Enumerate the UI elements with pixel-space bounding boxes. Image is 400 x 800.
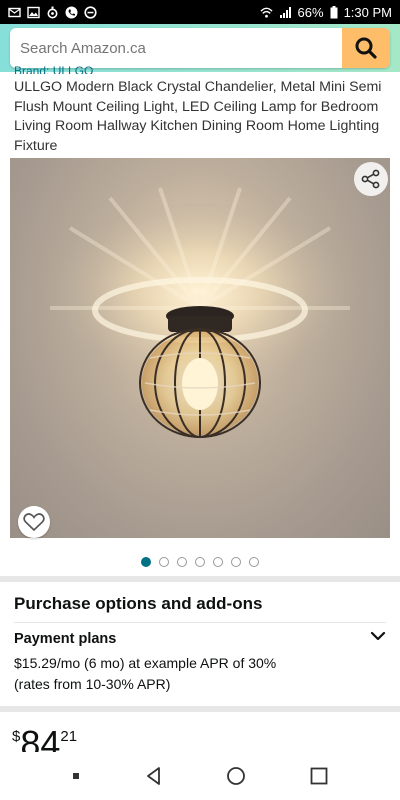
recents-icon[interactable] [308,765,330,787]
app-root: 66% 1:30 PM Brand: ULLGO ULLGO Modern Bl… [0,0,400,800]
wifi-icon [259,7,273,18]
clock: 1:30 PM [343,4,392,20]
payment-plan-detail: $15.29/mo (6 mo) at example APR of 30% [14,655,277,671]
location-icon [47,6,58,18]
carousel-dot[interactable] [213,557,223,567]
divider [14,622,386,623]
price-currency: $ [12,728,21,745]
carousel-dot[interactable] [231,557,241,567]
block-icon [84,5,97,19]
back-icon[interactable] [143,765,165,787]
carousel-dot[interactable] [159,557,169,567]
phone-call-icon [65,6,78,18]
image-carousel-indicator [0,557,400,567]
carousel-dot[interactable] [177,557,187,567]
system-status: 66% 1:30 PM [259,4,392,20]
signal-icon [279,6,291,18]
search-input[interactable] [10,28,342,68]
price-fraction: 21 [60,728,78,745]
purchase-options-heading: Purchase options and add-ons [14,594,263,613]
section-divider [0,706,400,712]
section-divider [0,576,400,582]
chandelier-illustration [25,187,375,438]
product-image[interactable] [10,158,390,538]
search-bar [10,28,390,68]
chevron-down-icon[interactable] [368,626,388,646]
gallery-icon [27,6,40,18]
payment-plans-heading[interactable]: Payment plans [14,631,116,647]
brand-link[interactable]: Brand: ULLGO [14,64,93,74]
status-bar: 66% 1:30 PM [0,0,400,24]
carousel-dot[interactable] [195,557,205,567]
heart-icon [23,513,45,532]
battery-percent: 66% [297,4,324,20]
share-button[interactable] [354,162,388,196]
carousel-dot[interactable] [249,557,259,567]
system-navigation-bar [0,752,400,800]
home-icon[interactable] [225,765,247,787]
wishlist-button[interactable] [18,506,50,538]
share-icon [361,169,380,189]
payment-plan-rates: (rates from 10-30% APR) [14,676,171,692]
carousel-dot[interactable] [141,557,151,567]
notification-icons [8,5,97,19]
battery-icon [330,5,338,18]
product-title: ULLGO Modern Black Crystal Chandelier, M… [14,79,382,154]
menu-dot-icon[interactable] [70,770,82,782]
search-icon [355,37,377,59]
search-button[interactable] [342,28,390,68]
email-icon [8,7,21,17]
